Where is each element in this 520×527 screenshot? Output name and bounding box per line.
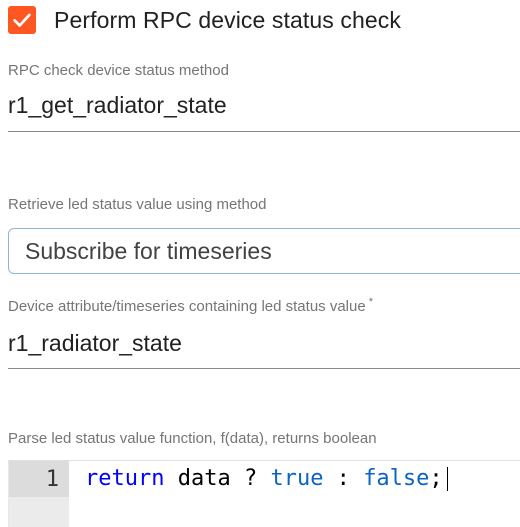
code-terminator: ;: [429, 466, 443, 491]
line-number: 1: [45, 467, 59, 492]
led-attribute-underline: [8, 368, 520, 369]
led-attribute-input[interactable]: r1_radiator_state: [8, 330, 520, 357]
check-icon: [13, 13, 31, 27]
rpc-method-label: RPC check device status method: [8, 62, 229, 79]
code-separator: :: [323, 466, 364, 491]
code-line[interactable]: return data ? true : false;: [85, 466, 448, 491]
code-keyword-true: true: [270, 466, 324, 491]
led-retrieval-selected-value: Subscribe for timeseries: [25, 237, 272, 264]
parse-function-code-editor[interactable]: 1 return data ? true : false;: [8, 460, 520, 527]
text-cursor: [446, 467, 448, 491]
editor-active-line-gutter: 1: [9, 461, 69, 497]
led-attribute-label-text: Device attribute/timeseries containing l…: [8, 298, 366, 315]
checkbox-label: Perform RPC device status check: [54, 6, 401, 33]
rpc-method-underline: [8, 131, 520, 132]
led-retrieval-label: Retrieve led status value using method: [8, 196, 267, 213]
parse-function-label: Parse led status value function, f(data)…: [8, 430, 377, 447]
led-attribute-label: Device attribute/timeseries containing l…: [8, 296, 373, 315]
rpc-status-settings-panel: Perform RPC device status check RPC chec…: [0, 0, 520, 527]
code-keyword-return: return: [85, 466, 165, 491]
required-mark: *: [368, 296, 373, 308]
rpc-method-input[interactable]: r1_get_radiator_state: [8, 92, 520, 119]
code-keyword-false: false: [363, 466, 430, 491]
checkbox-checked-box[interactable]: [8, 6, 36, 34]
rpc-status-check-checkbox[interactable]: Perform RPC device status check: [8, 6, 401, 34]
led-retrieval-select[interactable]: Subscribe for timeseries: [8, 228, 520, 274]
code-identifier: data ?: [164, 466, 271, 491]
